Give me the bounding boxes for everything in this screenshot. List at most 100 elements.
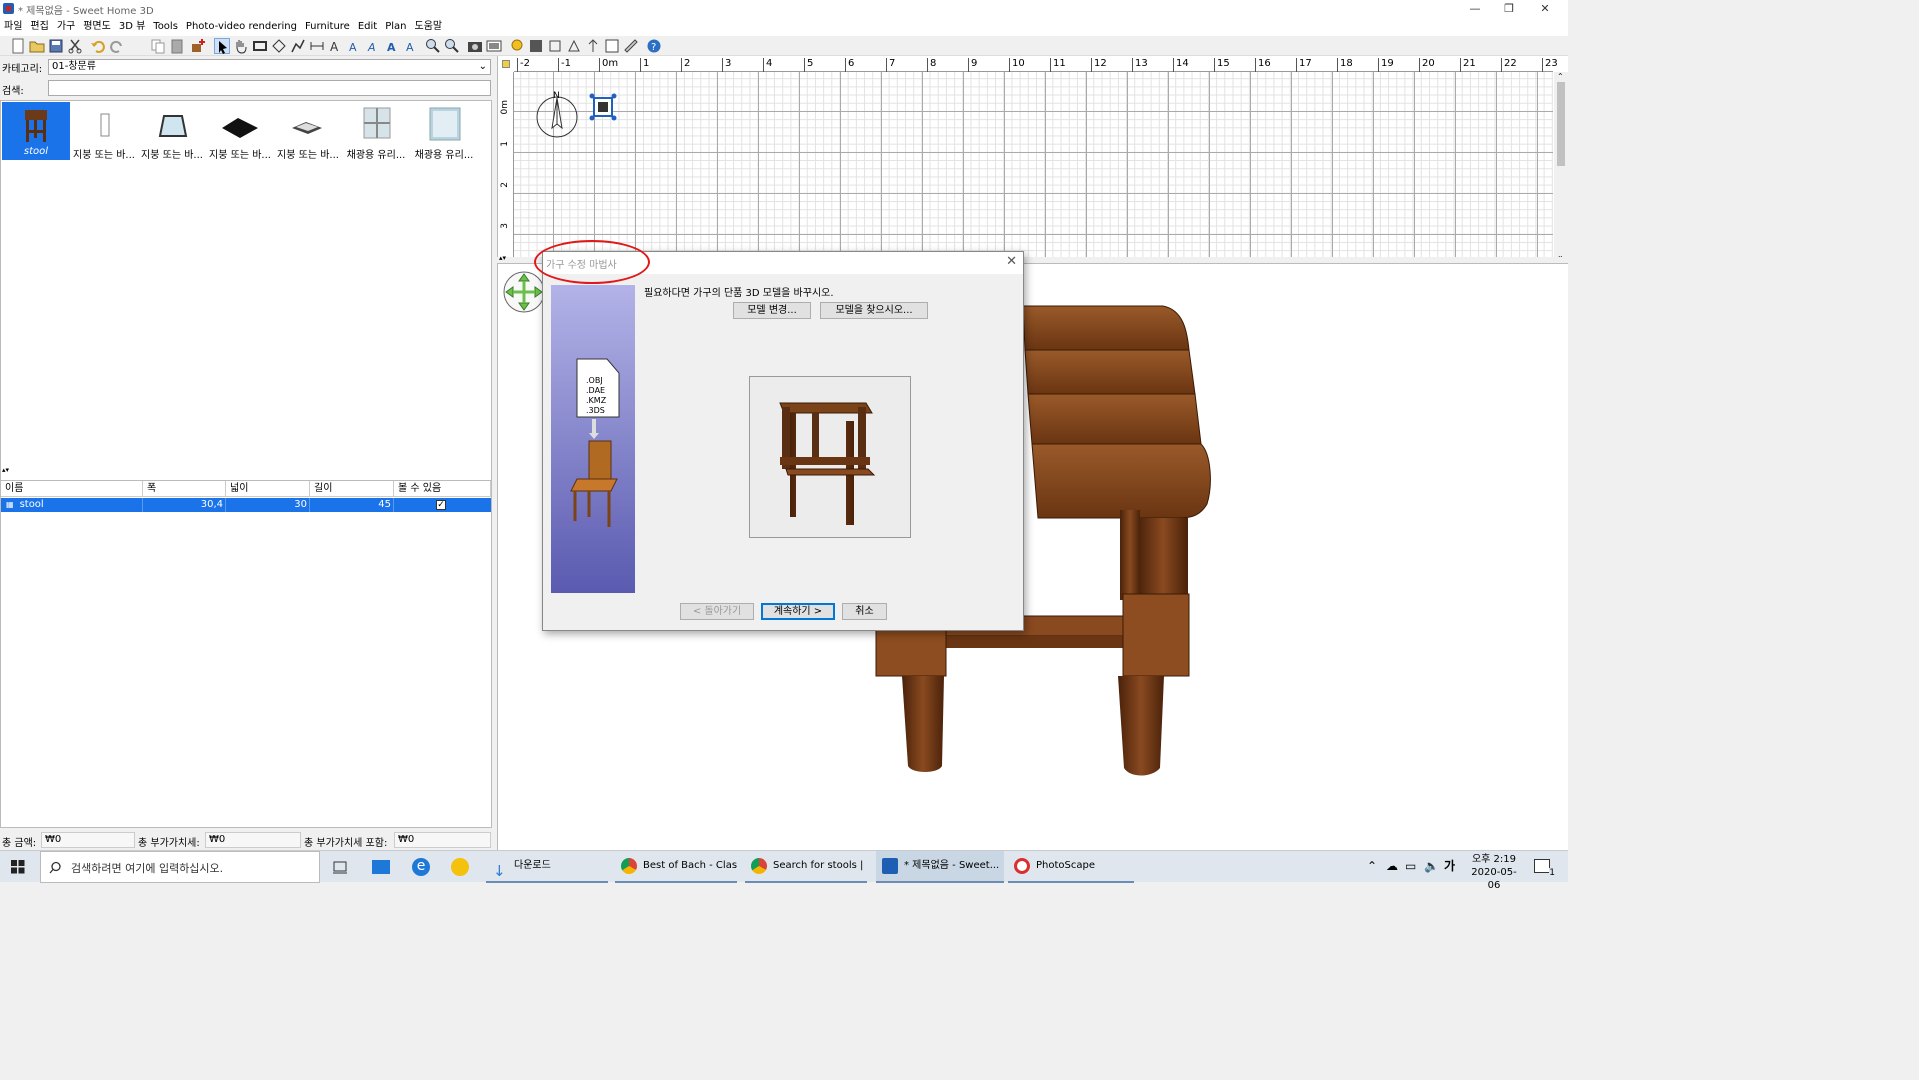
cut-icon[interactable]: [67, 38, 83, 54]
taskbar-search[interactable]: 검색하려면 여기에 입력하십시오.: [40, 851, 320, 883]
column-header-name[interactable]: 이름: [1, 481, 143, 497]
column-header-width[interactable]: 폭: [143, 481, 226, 497]
taskbar-app-photoscape[interactable]: PhotoScape: [1008, 851, 1134, 883]
back-button[interactable]: < 돌아가기: [680, 603, 754, 620]
scroll-thumb[interactable]: [1557, 82, 1565, 166]
compass-icon[interactable]: N: [532, 90, 584, 142]
create-video-icon[interactable]: [486, 38, 502, 54]
change-model-button[interactable]: 모델 변경...: [733, 302, 811, 319]
edge-icon[interactable]: e: [412, 858, 430, 876]
catalog-item[interactable]: 지붕 또는 바...: [138, 102, 206, 161]
menu-plan[interactable]: Plan: [381, 18, 410, 36]
pan-icon[interactable]: [233, 38, 249, 54]
scroll-up-icon[interactable]: ⌃: [1557, 72, 1564, 81]
catalog-item[interactable]: 채광용 유리...: [410, 102, 478, 161]
close-icon[interactable]: ✕: [1006, 254, 1017, 269]
visible-checkbox[interactable]: ✓: [436, 500, 446, 510]
text-bold-icon[interactable]: A: [385, 38, 401, 54]
task-view-icon[interactable]: [332, 859, 348, 875]
create-rooms-icon[interactable]: [271, 38, 287, 54]
model-preview[interactable]: [749, 376, 911, 538]
ruler-tick-label: 17: [1296, 58, 1312, 72]
menu-photo-video[interactable]: Photo-video rendering: [182, 18, 301, 36]
split-divider[interactable]: ▴▾: [0, 466, 492, 476]
cancel-button[interactable]: 취소: [842, 603, 887, 620]
add-text-icon[interactable]: A: [328, 38, 344, 54]
stool-plan-icon[interactable]: [586, 90, 622, 126]
clock[interactable]: 오후 2:19 2020-05-06: [1466, 853, 1522, 892]
lock-icon[interactable]: [502, 60, 510, 68]
notification-icon[interactable]: 1: [1534, 859, 1555, 878]
menu-plan-ko[interactable]: 평면도: [79, 18, 115, 36]
create-dimensions-icon[interactable]: [309, 38, 325, 54]
menu-edit[interactable]: 편집: [26, 18, 52, 36]
column-header-depth[interactable]: 넓이: [226, 481, 310, 497]
plan-vertical-scrollbar[interactable]: ⌃ ⌄: [1554, 72, 1568, 260]
mail-icon[interactable]: [372, 860, 390, 874]
text-size-icon[interactable]: A: [404, 38, 420, 54]
collapse-arrows-icon[interactable]: ▴▾: [2, 466, 9, 474]
create-walls-icon[interactable]: [252, 38, 268, 54]
menu-furniture-ko[interactable]: 가구: [53, 18, 79, 36]
menu-edit-plugin[interactable]: Edit: [354, 18, 381, 36]
network-icon[interactable]: ▭: [1405, 851, 1416, 883]
furniture-table: 이름 폭 넓이 길이 볼 수 있음 ▦ stool 30,4 30 45 ✓: [0, 480, 492, 828]
create-polylines-icon[interactable]: [290, 38, 306, 54]
catalog-item-stool[interactable]: stool: [2, 102, 70, 160]
create-photo-icon[interactable]: [467, 38, 483, 54]
category-select[interactable]: 01-창문류 ⌄: [48, 59, 491, 75]
tool-d-icon[interactable]: [623, 38, 639, 54]
light-icon[interactable]: [509, 38, 525, 54]
menu-help[interactable]: 도움말: [411, 18, 447, 36]
select-icon[interactable]: [214, 38, 230, 54]
zoom-out-icon[interactable]: [444, 38, 460, 54]
column-header-visible[interactable]: 볼 수 있음: [394, 481, 491, 497]
tray-expand-icon[interactable]: ⌃: [1367, 851, 1377, 883]
catalog-item[interactable]: 채광용 유리...: [342, 102, 410, 161]
save-icon[interactable]: [48, 38, 64, 54]
open-icon[interactable]: [29, 38, 45, 54]
cloud-icon[interactable]: ☁: [1386, 851, 1398, 883]
taskbar-app-downloads[interactable]: ↓ 다운로드: [486, 851, 608, 883]
windows-start-icon[interactable]: [11, 860, 25, 874]
menu-3d-view[interactable]: 3D 뷰: [115, 18, 149, 36]
tool-c-icon[interactable]: [604, 38, 620, 54]
search-input[interactable]: [48, 80, 491, 96]
taskbar-app-chrome-2[interactable]: Search for stools | ...: [745, 851, 867, 883]
tool-b-icon[interactable]: [585, 38, 601, 54]
text-italic-icon[interactable]: A: [366, 38, 382, 54]
catalog-item[interactable]: 지붕 또는 바...: [206, 102, 274, 161]
undo-icon[interactable]: [90, 38, 106, 54]
help-icon[interactable]: ?: [646, 38, 662, 54]
text-style-icon[interactable]: A: [347, 38, 363, 54]
plan-grid[interactable]: [514, 72, 1553, 260]
catalog-item[interactable]: 지붕 또는 바...: [274, 102, 342, 161]
volume-icon[interactable]: 🔈: [1424, 851, 1439, 883]
catalog-item[interactable]: 지붕 또는 바...: [70, 102, 138, 161]
import-icon[interactable]: [528, 38, 544, 54]
continue-button[interactable]: 계속하기 >: [761, 603, 835, 620]
close-window-button[interactable]: ✕: [1522, 0, 1568, 18]
navigation-arrows-icon[interactable]: [502, 268, 546, 316]
collapse-arrows-icon[interactable]: ▴▾: [499, 254, 506, 262]
new-file-icon[interactable]: [10, 38, 26, 54]
zoom-in-icon[interactable]: [425, 38, 441, 54]
add-furniture-icon[interactable]: [190, 38, 206, 54]
menu-tools[interactable]: Tools: [149, 18, 182, 36]
menu-furniture[interactable]: Furniture: [301, 18, 354, 36]
table-row[interactable]: ▦ stool 30,4 30 45 ✓: [1, 498, 491, 512]
media-player-icon[interactable]: [451, 858, 469, 876]
plan-view[interactable]: -2 -1 0m 1 2 3 4 5 6 7 8 9 10 11 12 13 14 15 16 17 18 19 20 21 2…: [497, 56, 1568, 260]
tool-a-icon[interactable]: [566, 38, 582, 54]
export-icon[interactable]: [547, 38, 563, 54]
menu-file[interactable]: 파일: [0, 18, 26, 36]
column-header-height[interactable]: 길이: [310, 481, 394, 497]
copy-icon[interactable]: [150, 38, 166, 54]
taskbar-app-chrome-1[interactable]: Best of Bach - Clas...: [615, 851, 737, 883]
paste-icon[interactable]: [169, 38, 185, 54]
search-label: 검색:: [2, 86, 24, 97]
redo-icon[interactable]: [109, 38, 125, 54]
ime-indicator[interactable]: 가: [1444, 851, 1455, 883]
find-model-button[interactable]: 모델을 찾으시오...: [820, 302, 928, 319]
taskbar-app-sweethome3d[interactable]: * 제목없음 - Sweet...: [876, 851, 1004, 883]
